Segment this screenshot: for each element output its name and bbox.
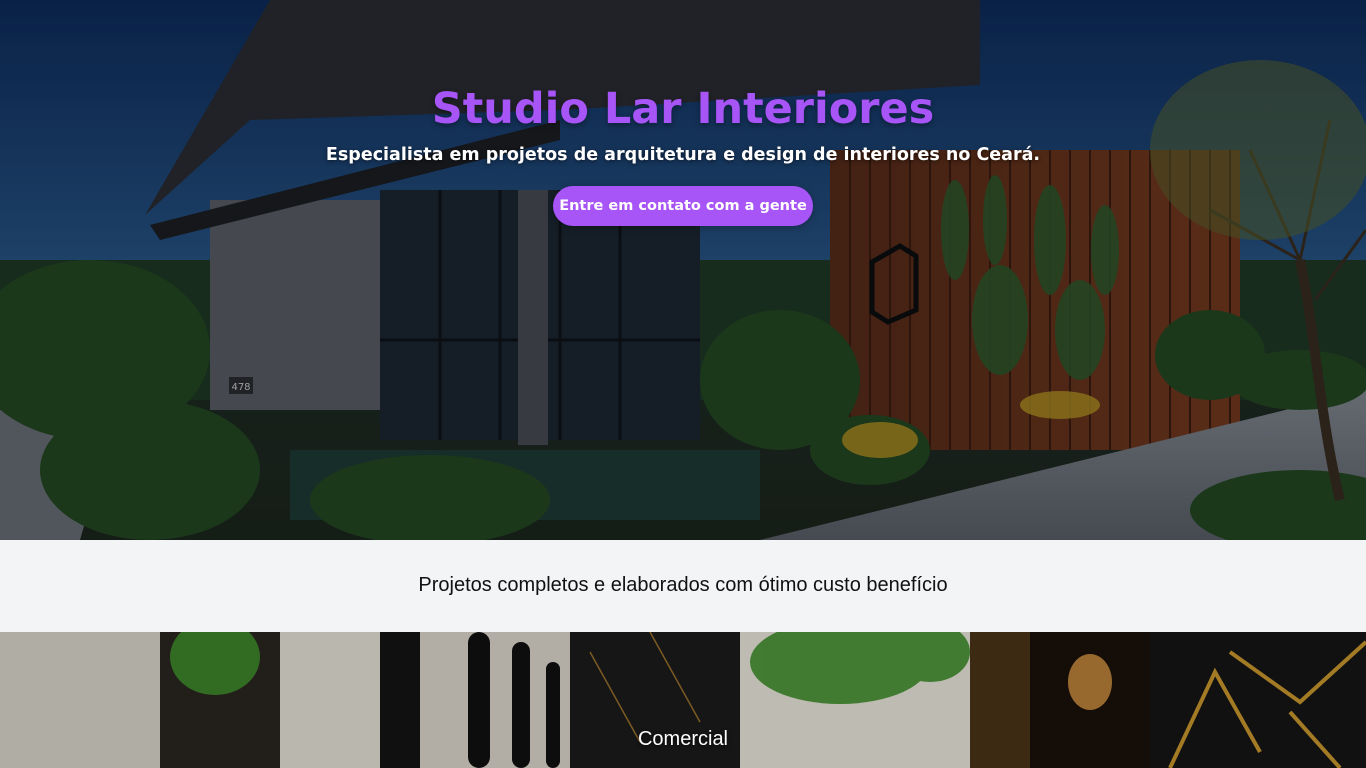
hero-overlay	[0, 0, 1366, 540]
category-label: Comercial	[637, 728, 729, 750]
page-title: Studio Lar Interiores	[431, 84, 935, 134]
category-card-comercial[interactable]: Comercial	[0, 632, 1366, 768]
tagline-section: Projetos completos e elaborados com ótim…	[0, 540, 1366, 632]
tagline-text: Projetos completos e elaborados com ótim…	[418, 574, 948, 596]
contact-button[interactable]: Entre em contato com a gente	[553, 186, 813, 226]
hero-subtitle: Especialista em projetos de arquitetura …	[325, 145, 1041, 165]
hero-section: 478 Studio Lar Interiores Especialista e…	[0, 0, 1366, 540]
